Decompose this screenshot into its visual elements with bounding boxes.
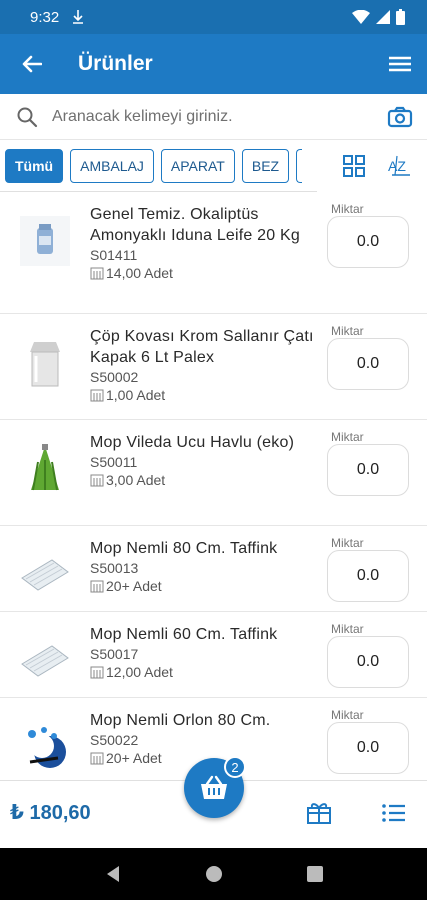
chip-all[interactable]: Tümü	[5, 148, 64, 183]
wifi-icon	[352, 10, 370, 24]
grid-view-icon[interactable]	[343, 155, 365, 177]
product-image-cleaner-bottle	[18, 214, 72, 268]
product-stock: 3,00 Adet	[106, 472, 166, 488]
quantity-label: Miktar	[329, 536, 366, 550]
quantity-input[interactable]: 0.0	[327, 338, 409, 390]
list-icon[interactable]	[379, 799, 407, 827]
camera-icon[interactable]	[387, 104, 413, 130]
quantity-input[interactable]: 0.0	[327, 444, 409, 496]
quantity-label: Miktar	[329, 622, 366, 636]
cart-button[interactable]: 2	[184, 756, 246, 818]
warehouse-icon	[90, 474, 104, 487]
product-image-green-mop	[18, 442, 72, 496]
view-tools: AZ	[317, 140, 427, 192]
sort-az-icon[interactable]: AZ	[387, 153, 413, 179]
product-image-flat-mop	[18, 634, 72, 688]
product-stock: 12,00 Adet	[106, 664, 173, 680]
chip-aparat[interactable]: APARAT	[160, 148, 235, 183]
product-row[interactable]: Mop Nemli 80 Cm. Taffink S50013 20+ Adet…	[0, 526, 427, 612]
signal-icon	[376, 10, 390, 24]
chip-ambalaj[interactable]: AMBALAJ	[70, 148, 154, 183]
nav-recents-icon[interactable]	[306, 866, 323, 882]
quantity-input[interactable]: 0.0	[327, 216, 409, 268]
product-code: S50013	[90, 560, 139, 576]
download-icon	[73, 10, 84, 24]
quantity-label: Miktar	[329, 708, 366, 722]
gift-icon[interactable]	[305, 799, 333, 827]
product-name: Genel Temiz. Okaliptüs Amonyaklı Iduna L…	[90, 206, 300, 244]
search-icon	[17, 107, 38, 127]
product-row[interactable]: Çöp Kovası Krom Sallanır Çatı Kapak 6 Lt…	[0, 314, 427, 420]
product-code: S50002	[90, 369, 139, 385]
app-bar: Ürünler	[0, 34, 427, 94]
page-title: Ürünler	[78, 52, 153, 75]
hamburger-icon	[389, 56, 411, 72]
basket-icon	[201, 775, 227, 799]
product-name: Çöp Kovası Krom Sallanır Çatı Kapak 6 Lt…	[90, 328, 314, 366]
product-list: Genel Temiz. Okaliptüs Amonyaklı Iduna L…	[0, 192, 427, 780]
product-code: S50011	[90, 454, 138, 470]
quantity-input[interactable]: 0.0	[327, 722, 409, 774]
system-nav-bar	[0, 848, 427, 900]
status-bar: 9:32	[0, 0, 427, 34]
product-image-trash-bin	[18, 336, 72, 390]
category-filter-bar: Tümü AMBALAJ APARAT BEZ AZ	[0, 140, 427, 192]
quantity-input[interactable]: 0.0	[327, 636, 409, 688]
nav-back-icon[interactable]	[105, 865, 121, 883]
arrow-left-icon	[22, 55, 42, 73]
quantity-label: Miktar	[329, 324, 366, 338]
product-row[interactable]: Genel Temiz. Okaliptüs Amonyaklı Iduna L…	[0, 192, 427, 314]
status-time: 9:32	[30, 8, 60, 26]
cart-count-badge: 2	[224, 756, 246, 778]
search-input[interactable]	[52, 107, 387, 126]
warehouse-icon	[90, 267, 104, 280]
quantity-input[interactable]: 0.0	[327, 550, 409, 602]
back-button[interactable]	[20, 52, 44, 76]
menu-button[interactable]	[387, 52, 413, 76]
quantity-label: Miktar	[329, 202, 366, 216]
nav-home-icon[interactable]	[205, 865, 223, 883]
product-name: Mop Nemli Orlon 80 Cm.	[90, 712, 271, 729]
quantity-label: Miktar	[329, 430, 366, 444]
chip-bez[interactable]: BEZ	[241, 148, 290, 183]
sort-az-label: AZ	[388, 158, 406, 174]
product-stock: 14,00 Adet	[106, 265, 173, 281]
product-name: Mop Nemli 80 Cm. Taffink	[90, 540, 278, 557]
search-bar	[0, 94, 427, 140]
product-code: S50022	[90, 732, 139, 748]
warehouse-icon	[90, 666, 104, 679]
product-code: S50017	[90, 646, 139, 662]
warehouse-icon	[90, 752, 104, 765]
warehouse-icon	[90, 580, 104, 593]
product-stock: 20+ Adet	[106, 750, 162, 766]
chip-more[interactable]	[296, 148, 303, 183]
product-row[interactable]: Mop Nemli 60 Cm. Taffink S50017 12,00 Ad…	[0, 612, 427, 698]
product-code: S01411	[90, 247, 138, 263]
product-image-brand-logo	[18, 720, 72, 774]
product-name: Mop Nemli 60 Cm. Taffink	[90, 626, 278, 643]
product-row[interactable]: Mop Vileda Ucu Havlu (eko) S50011 3,00 A…	[0, 420, 427, 526]
product-stock: 20+ Adet	[106, 578, 162, 594]
product-image-flat-mop	[18, 548, 72, 602]
product-stock: 1,00 Adet	[106, 387, 166, 403]
product-name: Mop Vileda Ucu Havlu (eko)	[90, 434, 295, 451]
battery-icon	[396, 9, 405, 25]
warehouse-icon	[90, 389, 104, 402]
